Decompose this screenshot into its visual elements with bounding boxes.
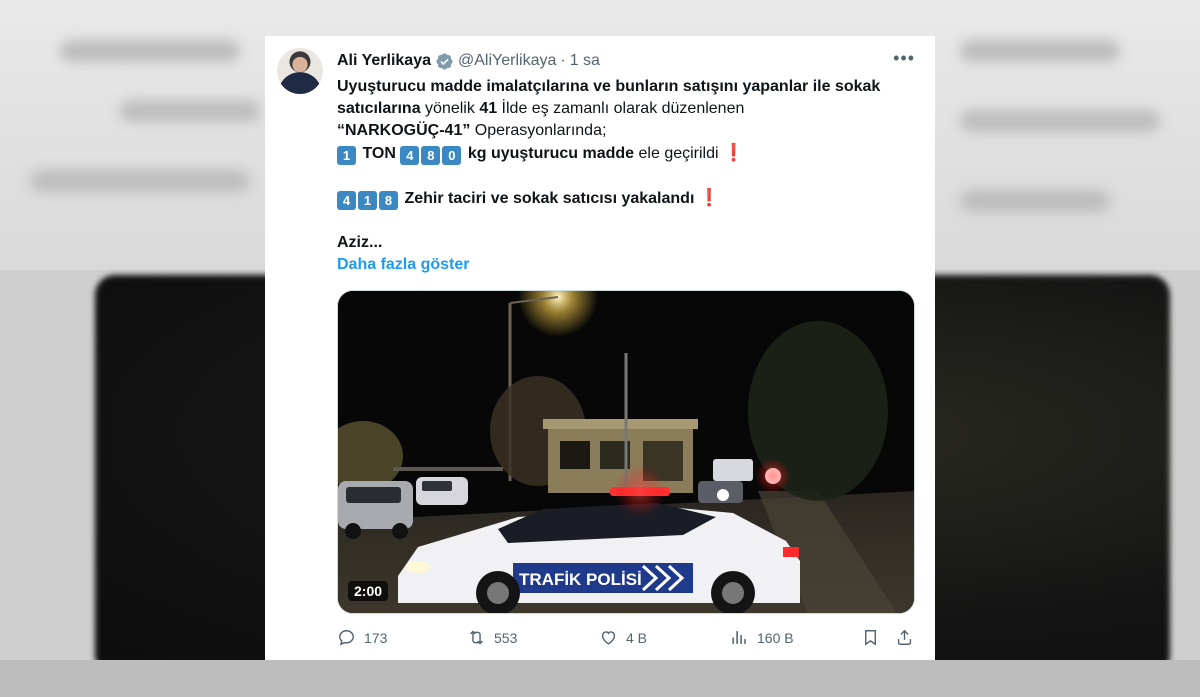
video-duration: 2:00 xyxy=(348,581,389,601)
more-icon[interactable]: ••• xyxy=(893,48,915,69)
text-bold: TON xyxy=(358,145,401,162)
text-bold: kg uyuşturucu madde xyxy=(463,145,635,162)
background-blur-shape xyxy=(60,40,240,62)
background-blur-shape xyxy=(120,100,260,122)
share-button[interactable] xyxy=(895,628,922,647)
avatar[interactable] xyxy=(277,48,323,94)
car-label: TRAFİK POLİSİ xyxy=(519,570,642,589)
text-line-6: Aziz... xyxy=(337,234,383,251)
keycap-emoji: 0 xyxy=(442,146,462,165)
keycap-emoji: 4 xyxy=(400,146,420,165)
text-bold: Zehir taciri ve sokak satıcısı yakalandı xyxy=(400,190,699,207)
keycap-emoji: 4 xyxy=(337,191,356,210)
text-line-3: “NARKOGÜÇ-41” Operasyonlarında; xyxy=(337,120,927,142)
text-span: ele geçirildi xyxy=(634,145,724,162)
repost-icon xyxy=(470,630,483,645)
exclamation-icon: ❗ xyxy=(698,188,720,207)
reply-button[interactable]: 173 xyxy=(337,628,387,647)
background-bottom xyxy=(0,660,1200,697)
like-count: 4 B xyxy=(626,629,648,646)
author-handle[interactable]: @AliYerlikaya xyxy=(458,52,556,70)
repost-button[interactable]: 553 xyxy=(467,628,517,647)
text-line-4: 1 TON 480 kg uyuşturucu madde ele geçiri… xyxy=(337,142,927,165)
like-icon xyxy=(601,631,616,645)
repost-count: 553 xyxy=(494,629,518,646)
reply-count: 173 xyxy=(364,629,388,646)
text-line-2: satıcılarına yönelik 41 İlde eş zamanlı … xyxy=(337,98,927,120)
bookmark-icon xyxy=(865,630,876,646)
text-number: 41 xyxy=(479,100,498,117)
reply-icon xyxy=(339,630,354,646)
timestamp[interactable]: 1 sa xyxy=(570,52,600,70)
tweet-text: Uyuşturucu madde imalatçılarına ve bunla… xyxy=(337,76,927,276)
tweet-card[interactable]: Ali Yerlikaya @AliYerlikaya · 1 sa ••• U… xyxy=(265,36,935,660)
keycap-emoji: 1 xyxy=(358,191,377,210)
text-span: yönelik xyxy=(420,100,480,117)
views-icon xyxy=(732,631,746,644)
author-name[interactable]: Ali Yerlikaya xyxy=(337,52,431,70)
background-blur-shape xyxy=(960,110,1160,132)
video-player[interactable]: TRAFİK POLİSİ 2:00 xyxy=(337,290,915,614)
exclamation-icon: ❗ xyxy=(723,143,745,162)
separator-dot: · xyxy=(560,52,566,69)
keycap-emoji: 8 xyxy=(421,146,441,165)
background-blur-shape xyxy=(30,170,250,192)
like-button[interactable]: 4 B xyxy=(599,628,647,647)
bookmark-button[interactable] xyxy=(861,628,888,647)
keycap-emoji: 1 xyxy=(337,146,356,165)
text-line-1: Uyuşturucu madde imalatçılarına ve bunla… xyxy=(337,78,881,95)
text-line-5: 418 Zehir taciri ve sokak satıcısı yakal… xyxy=(337,187,927,210)
text-span: Operasyonlarında; xyxy=(470,122,607,139)
operation-name: “NARKOGÜÇ-41” xyxy=(337,122,471,139)
keycap-emoji: 8 xyxy=(379,191,398,210)
background-blur-shape xyxy=(960,40,1120,62)
show-more-link[interactable]: Daha fazla göster xyxy=(337,254,927,276)
text-span: İlde eş zamanlı olarak düzenlenen xyxy=(497,100,745,117)
views-button[interactable]: 160 B xyxy=(730,628,794,647)
action-bar: 173 553 4 B 160 B xyxy=(337,628,917,652)
verified-badge-icon xyxy=(435,52,454,71)
views-count: 160 B xyxy=(757,629,794,646)
tweet-header: Ali Yerlikaya @AliYerlikaya · 1 sa ••• xyxy=(337,48,919,72)
video-frame: TRAFİK POLİSİ xyxy=(338,291,914,613)
background-blur-shape xyxy=(960,190,1110,212)
text-bold: satıcılarına xyxy=(337,100,421,117)
share-icon xyxy=(897,629,912,645)
